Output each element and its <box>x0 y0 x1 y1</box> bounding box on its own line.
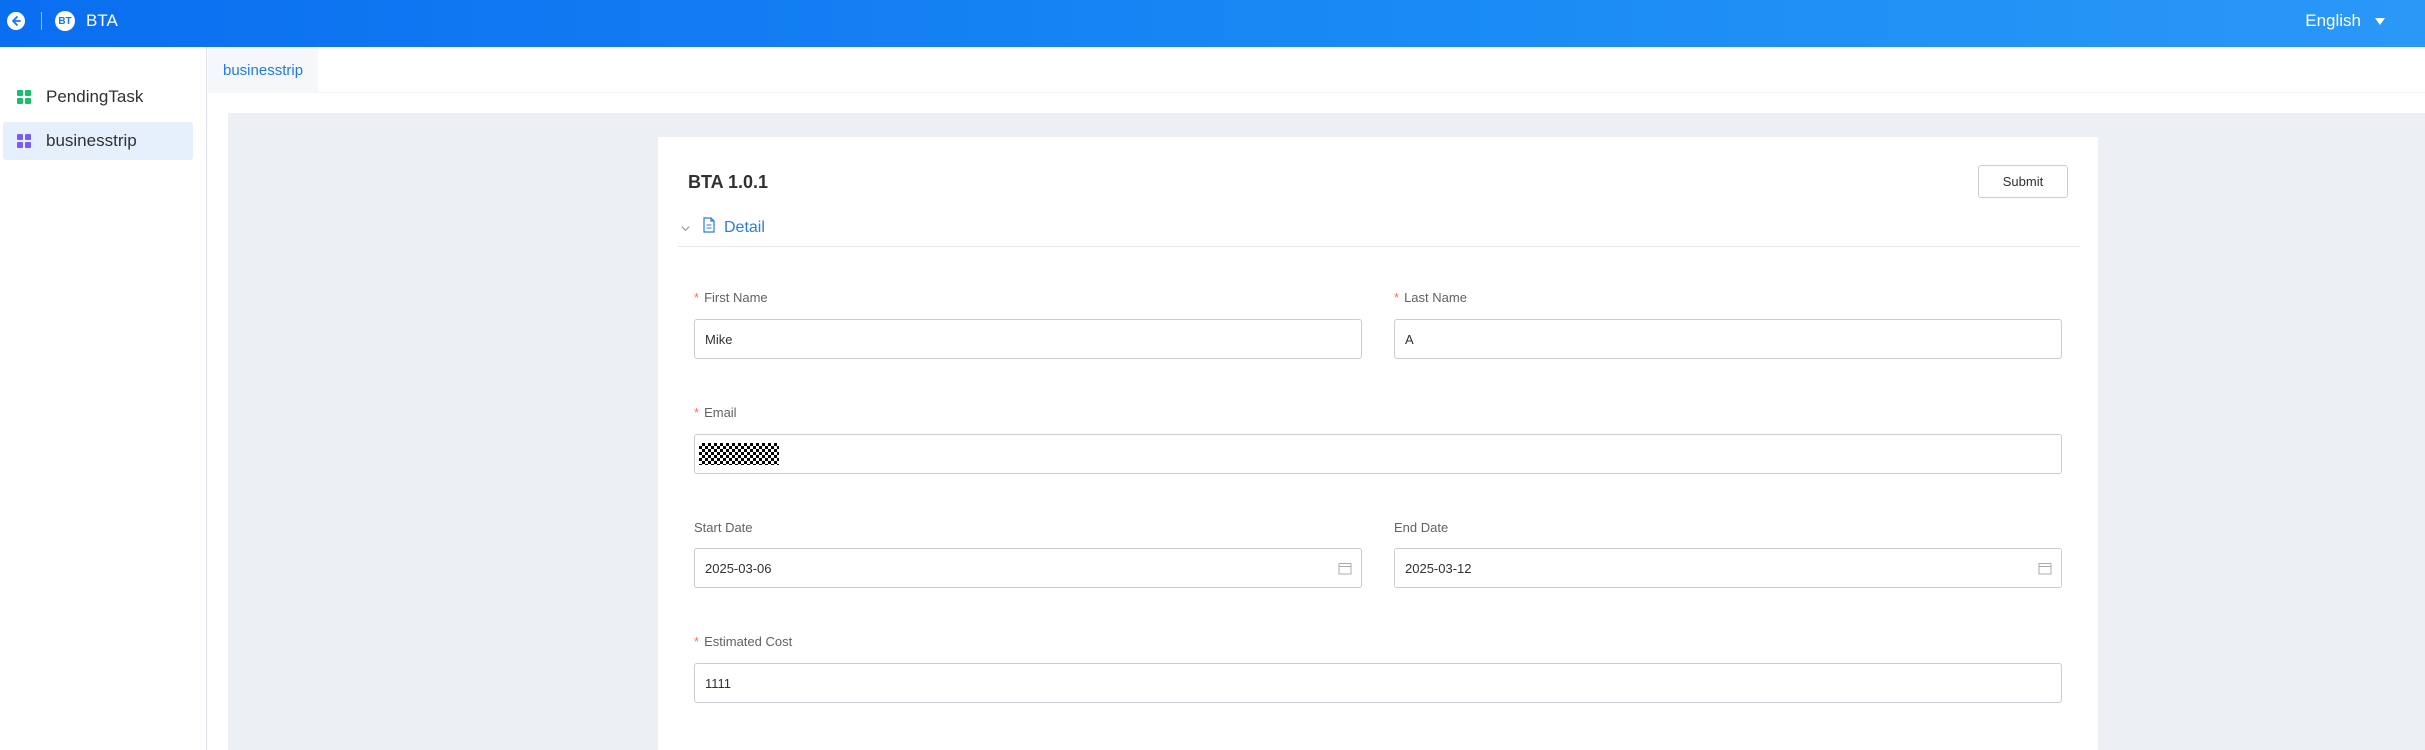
estimated-cost-field[interactable]: 1111 <box>694 663 2062 703</box>
first-name-label: * First Name <box>694 290 768 305</box>
language-label: English <box>2305 11 2361 30</box>
sidebar-item-pendingtask[interactable]: PendingTask <box>3 78 193 116</box>
app-title: BTA <box>86 11 118 30</box>
back-arrow-icon[interactable] <box>7 12 25 30</box>
end-date-value: 2025-03-12 <box>1405 560 1472 576</box>
grid-icon <box>17 90 31 104</box>
end-date-label-text: End Date <box>1394 520 1449 535</box>
language-selector[interactable]: English <box>2305 11 2385 31</box>
required-marker: * <box>1394 290 1400 305</box>
start-date-label-text: Start Date <box>694 520 753 535</box>
tab-businesstrip[interactable]: businesstrip <box>208 47 319 93</box>
form-title: BTA 1.0.1 <box>688 172 769 192</box>
grid-icon <box>17 134 31 148</box>
end-date-label: End Date <box>1394 520 1448 535</box>
start-date-value: 2025-03-06 <box>705 560 772 576</box>
email-label: * Email <box>694 405 737 420</box>
estimated-cost-label: * Estimated Cost <box>694 634 792 649</box>
last-name-label-text: Last Name <box>1404 290 1467 305</box>
start-date-label: Start Date <box>694 520 753 535</box>
required-marker: * <box>694 290 700 305</box>
required-marker: * <box>694 405 700 420</box>
last-name-value: A <box>1405 331 1414 347</box>
section-title: Detail <box>724 219 765 236</box>
document-icon <box>703 217 715 233</box>
sidebar-item-businesstrip[interactable]: businesstrip <box>3 122 193 160</box>
first-name-field[interactable]: Mike <box>694 319 1362 359</box>
chevron-down-icon[interactable] <box>678 221 692 235</box>
header-divider <box>41 12 42 30</box>
email-field[interactable] <box>694 434 2062 474</box>
redacted-email-value <box>699 443 779 465</box>
submit-button[interactable]: Submit <box>1978 165 2068 198</box>
top-header: BT BTA English <box>0 0 2425 47</box>
sidebar: PendingTask businesstrip <box>0 47 207 750</box>
sidebar-item-label: PendingTask <box>46 87 144 106</box>
first-name-label-text: First Name <box>704 290 768 305</box>
form-card: BTA 1.0.1 Submit Detail * First Name Mik… <box>658 137 2098 750</box>
section-header-detail: Detail <box>678 217 2080 247</box>
tabs-bar: businesstrip <box>208 47 2425 93</box>
last-name-label: * Last Name <box>1394 290 1467 305</box>
first-name-value: Mike <box>705 331 733 347</box>
required-marker: * <box>694 634 700 649</box>
calendar-icon[interactable] <box>2038 562 2052 575</box>
sidebar-item-label: businesstrip <box>46 131 137 150</box>
last-name-field[interactable]: A <box>1394 319 2062 359</box>
estimated-cost-value: 1111 <box>705 675 732 691</box>
calendar-icon[interactable] <box>1338 562 1352 575</box>
end-date-picker[interactable]: 2025-03-12 <box>1394 548 2062 588</box>
app-logo: BT <box>55 11 75 31</box>
start-date-picker[interactable]: 2025-03-06 <box>694 548 1362 588</box>
estimated-cost-label-text: Estimated Cost <box>704 634 793 649</box>
email-label-text: Email <box>704 405 737 420</box>
caret-down-icon <box>2375 17 2385 25</box>
